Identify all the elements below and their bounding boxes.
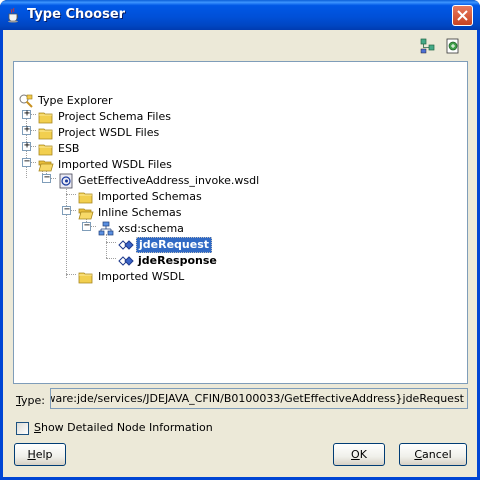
- tree-item-imported-wsdl-files[interactable]: Imported WSDL Files: [14, 157, 214, 173]
- tree-item-jderequest[interactable]: jdeRequest: [14, 237, 264, 253]
- folder-icon: [38, 144, 53, 156]
- element-icon: [118, 240, 134, 250]
- tree-item-jderesponse[interactable]: jdeResponse: [14, 253, 264, 269]
- tree-item-label: Project WSDL Files: [58, 126, 160, 139]
- type-label: Type:: [16, 394, 45, 407]
- tree-item-project-wsdl-files[interactable]: Project WSDL Files: [14, 125, 214, 141]
- schema-icon: [98, 221, 114, 236]
- cancel-button[interactable]: Cancel: [399, 443, 467, 466]
- type-explorer-icon: [19, 94, 33, 108]
- show-detailed-node-checkbox[interactable]: [16, 422, 29, 435]
- tree-item-label: jdeRequest: [136, 237, 213, 253]
- tree-item-wsdl-file[interactable]: GetEffectiveAddress_invoke.wsdl: [14, 173, 314, 189]
- tree-item-label: Inline Schemas: [98, 206, 182, 219]
- window-frame: [0, 30, 3, 480]
- folder-icon: [78, 272, 93, 284]
- type-tree[interactable]: Type Explorer + Project Schema Files + P…: [13, 61, 468, 384]
- wsdl-file-icon: [59, 173, 73, 189]
- close-icon: [457, 10, 468, 21]
- tree-item-label: ESB: [58, 142, 80, 155]
- close-button[interactable]: [452, 5, 473, 26]
- show-detailed-node-label[interactable]: Show Detailed Node Information: [34, 421, 213, 434]
- dialog-body: Type Explorer + Project Schema Files + P…: [3, 30, 477, 477]
- tree-item-label: Type Explorer: [38, 94, 113, 107]
- tree-item-label: xsd:schema: [118, 222, 184, 235]
- folder-open-icon: [78, 208, 94, 220]
- folder-open-icon: [38, 160, 54, 172]
- tree-item-xsd-schema[interactable]: xsd:schema: [14, 221, 264, 237]
- type-field[interactable]: aysoftware:jde/services/JDEJAVA_CFIN/B01…: [50, 388, 468, 409]
- tree-item-label: Project Schema Files: [58, 110, 171, 123]
- tree-item-label: Imported Schemas: [98, 190, 202, 203]
- folder-icon: [78, 192, 93, 204]
- window-title: Type Chooser: [27, 7, 126, 22]
- add-schema-icon[interactable]: [444, 37, 462, 55]
- tree-item-label: Imported WSDL: [98, 270, 185, 283]
- tree-item-type-explorer[interactable]: Type Explorer: [14, 93, 214, 109]
- folder-icon: [38, 128, 53, 140]
- coffee-cup-icon: [8, 7, 19, 23]
- tree-item-imported-wsdl[interactable]: Imported WSDL: [14, 269, 264, 285]
- tree-item-project-schema-files[interactable]: Project Schema Files: [14, 109, 214, 125]
- ok-button[interactable]: OK: [333, 443, 385, 466]
- expand-tree-icon[interactable]: [419, 37, 437, 55]
- tree-item-esb[interactable]: ESB: [14, 141, 214, 157]
- title-bar[interactable]: Type Chooser: [0, 0, 480, 30]
- tree-item-label: Imported WSDL Files: [58, 158, 172, 171]
- help-button[interactable]: Help: [14, 443, 66, 466]
- tree-item-label: jdeResponse: [138, 254, 217, 267]
- tree-item-inline-schemas[interactable]: Inline Schemas: [14, 205, 264, 221]
- tree-item-imported-schemas[interactable]: Imported Schemas: [14, 189, 264, 205]
- type-chooser-dialog: Type Chooser Type Explorer + Project Sch…: [0, 0, 480, 480]
- folder-icon: [38, 112, 53, 124]
- element-icon: [118, 256, 134, 266]
- tree-item-label: GetEffectiveAddress_invoke.wsdl: [78, 174, 260, 187]
